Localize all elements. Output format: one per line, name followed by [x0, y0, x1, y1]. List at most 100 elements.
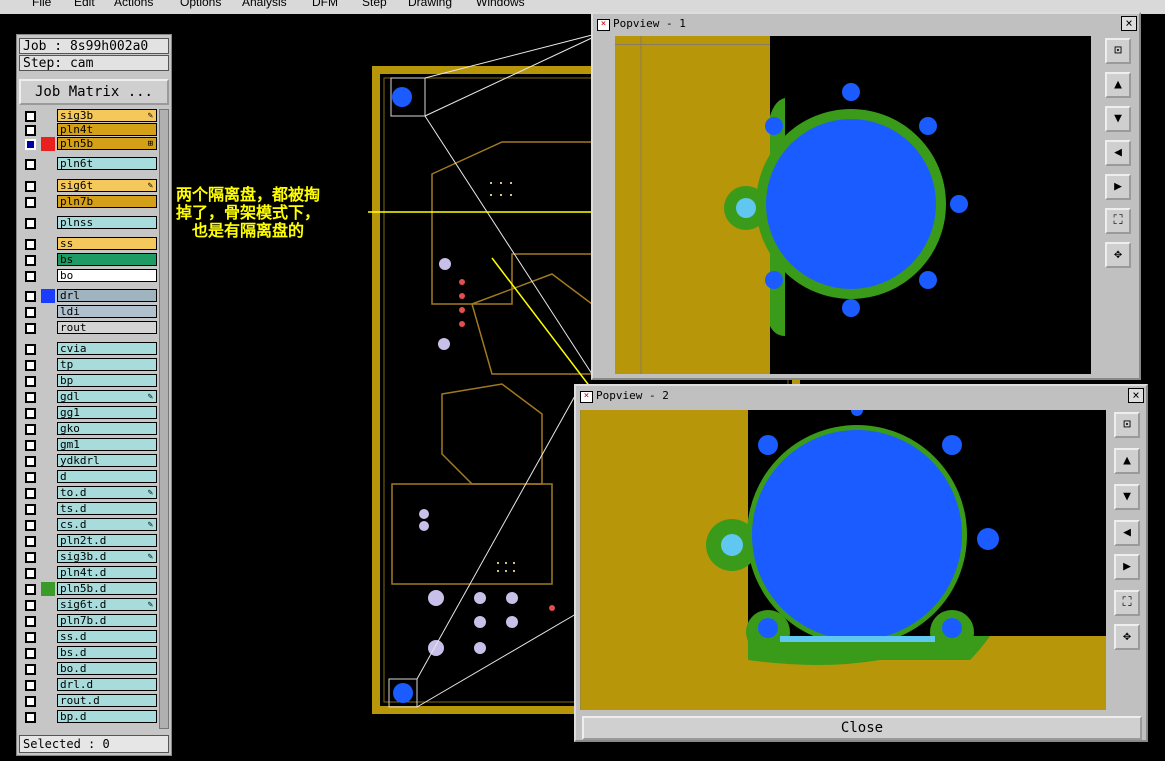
layer-name[interactable]: bs.d	[57, 646, 157, 659]
layer-row[interactable]: ss	[21, 237, 157, 251]
layer-row[interactable]: gm1	[21, 438, 157, 452]
layer-row[interactable]: pln7b.d	[21, 614, 157, 628]
menu-windows[interactable]: Windows	[476, 0, 525, 9]
layer-checkbox[interactable]	[25, 408, 36, 419]
menu-file[interactable]: File	[32, 0, 51, 9]
menu-drawing[interactable]: Drawing	[408, 0, 452, 9]
layer-name[interactable]: pln6t	[57, 157, 157, 170]
layer-name[interactable]: pln5b ⊞	[57, 137, 157, 150]
close-button[interactable]: Close	[582, 716, 1142, 740]
pan-right-icon[interactable]: ▶	[1105, 174, 1131, 200]
layer-checkbox[interactable]	[25, 255, 36, 266]
close-icon[interactable]: ×	[1128, 388, 1144, 403]
menu-edit[interactable]: Edit	[74, 0, 95, 9]
close-icon[interactable]: ×	[1121, 16, 1137, 31]
layer-row[interactable]: sig3b.d ✎	[21, 550, 157, 564]
layer-row[interactable]: rout	[21, 321, 157, 335]
layer-checkbox[interactable]	[25, 616, 36, 627]
layer-name[interactable]: ldi	[57, 305, 157, 318]
layer-row[interactable]: sig6t.d ✎	[21, 598, 157, 612]
layer-name[interactable]: tp	[57, 358, 157, 371]
layer-checkbox[interactable]	[25, 197, 36, 208]
layer-row[interactable]: pln5b.d	[21, 582, 157, 596]
layer-row[interactable]: drl	[21, 289, 157, 303]
pan-up-icon[interactable]: ▲	[1114, 448, 1140, 474]
layer-checkbox[interactable]	[25, 376, 36, 387]
layer-row[interactable]: cs.d ✎	[21, 518, 157, 532]
zoom-home-icon[interactable]: ✥	[1105, 242, 1131, 268]
layer-name[interactable]: rout	[57, 321, 157, 334]
layer-row[interactable]: ts.d	[21, 502, 157, 516]
layer-name[interactable]: plnss	[57, 216, 157, 229]
layer-row[interactable]: to.d ✎	[21, 486, 157, 500]
layer-row[interactable]: bo.d	[21, 662, 157, 676]
layer-row[interactable]: sig6t ✎	[21, 179, 157, 193]
popview-2-canvas[interactable]	[580, 410, 1106, 710]
pan-left-icon[interactable]: ◀	[1114, 520, 1140, 546]
job-matrix-button[interactable]: Job Matrix ...	[19, 79, 169, 105]
layer-name[interactable]: drl.d	[57, 678, 157, 691]
layer-checkbox[interactable]	[25, 552, 36, 563]
layer-row[interactable]: pln5b ⊞	[21, 137, 157, 151]
layer-row[interactable]: tp	[21, 358, 157, 372]
layer-checkbox[interactable]	[25, 568, 36, 579]
popview-1-titlebar[interactable]: × Popview - 1	[595, 16, 1137, 32]
layer-row[interactable]: sig3b ✎	[21, 109, 157, 123]
layer-checkbox[interactable]	[25, 111, 36, 122]
layer-row[interactable]: cvia	[21, 342, 157, 356]
menu-options[interactable]: Options	[180, 0, 221, 9]
layer-name[interactable]: cvia	[57, 342, 157, 355]
pan-down-icon[interactable]: ▼	[1105, 106, 1131, 132]
layer-name[interactable]: pln7b	[57, 195, 157, 208]
layer-row[interactable]: pln4t.d	[21, 566, 157, 580]
layer-checkbox[interactable]	[25, 139, 36, 150]
layer-checkbox[interactable]	[25, 472, 36, 483]
layer-checkbox[interactable]	[25, 181, 36, 192]
layer-row[interactable]: ydkdrl	[21, 454, 157, 468]
layer-checkbox[interactable]	[25, 632, 36, 643]
layer-checkbox[interactable]	[25, 360, 36, 371]
layer-checkbox[interactable]	[25, 125, 36, 136]
layer-name[interactable]: d	[57, 470, 157, 483]
layer-checkbox[interactable]	[25, 239, 36, 250]
layer-checkbox[interactable]	[25, 424, 36, 435]
layer-row[interactable]: drl.d	[21, 678, 157, 692]
pan-left-icon[interactable]: ◀	[1105, 140, 1131, 166]
layer-row[interactable]: plnss	[21, 216, 157, 230]
layer-checkbox[interactable]	[25, 584, 36, 595]
layer-checkbox[interactable]	[25, 504, 36, 515]
layer-name[interactable]: drl	[57, 289, 157, 302]
layer-name[interactable]: sig3b ✎	[57, 109, 157, 122]
layer-name[interactable]: to.d ✎	[57, 486, 157, 499]
layer-row[interactable]: d	[21, 470, 157, 484]
menu-dfm[interactable]: DFM	[312, 0, 338, 9]
layer-row[interactable]: pln2t.d	[21, 534, 157, 548]
zoom-fit-icon[interactable]: ⛶	[1114, 590, 1140, 616]
layer-checkbox[interactable]	[25, 159, 36, 170]
layer-name[interactable]: sig6t.d ✎	[57, 598, 157, 611]
layer-checkbox[interactable]	[25, 218, 36, 229]
layer-row[interactable]: ldi	[21, 305, 157, 319]
pan-right-icon[interactable]: ▶	[1114, 554, 1140, 580]
layer-checkbox[interactable]	[25, 712, 36, 723]
layer-name[interactable]: sig3b.d ✎	[57, 550, 157, 563]
layer-checkbox[interactable]	[25, 344, 36, 355]
layer-row[interactable]: gko	[21, 422, 157, 436]
layer-name[interactable]: cs.d ✎	[57, 518, 157, 531]
layer-checkbox[interactable]	[25, 600, 36, 611]
layer-name[interactable]: pln4t	[57, 123, 157, 136]
layer-row[interactable]: gdl ✎	[21, 390, 157, 404]
layer-name[interactable]: gm1	[57, 438, 157, 451]
zoom-fit-icon[interactable]: ⛶	[1105, 208, 1131, 234]
layer-row[interactable]: bp.d	[21, 710, 157, 724]
layer-name[interactable]: pln7b.d	[57, 614, 157, 627]
layer-scrollbar[interactable]	[159, 109, 169, 729]
layer-row[interactable]: gg1	[21, 406, 157, 420]
layer-checkbox[interactable]	[25, 440, 36, 451]
layer-name[interactable]: sig6t ✎	[57, 179, 157, 192]
layer-checkbox[interactable]	[25, 307, 36, 318]
zoom-home-icon[interactable]: ✥	[1114, 624, 1140, 650]
menu-actions[interactable]: Actions	[114, 0, 153, 9]
layer-checkbox[interactable]	[25, 664, 36, 675]
zoom-window-icon[interactable]: ⊡	[1114, 412, 1140, 438]
